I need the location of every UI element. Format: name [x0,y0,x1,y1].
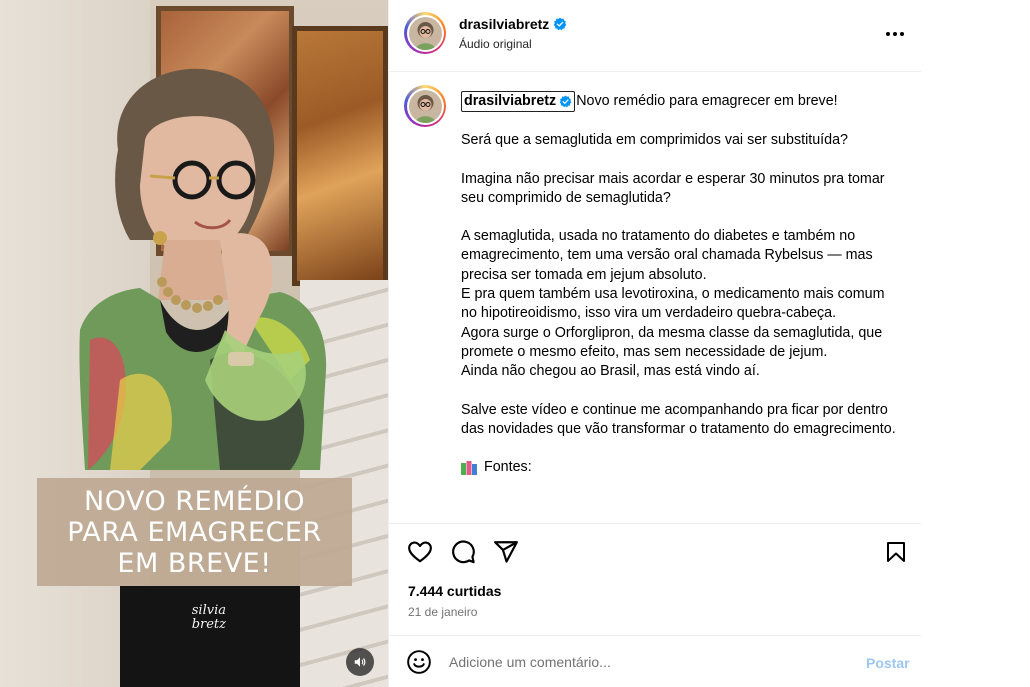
avatar[interactable] [404,85,446,127]
more-horizontal-icon [886,32,904,36]
caption-line: Imagina não precisar mais acordar e espe… [461,170,885,206]
post-author: drasilviabretz [459,16,567,32]
comment-input[interactable] [449,650,829,674]
post-media[interactable]: NOVO REMÉDIO PARA EMAGRECER EM BREVE! si… [0,0,388,687]
audio-label[interactable]: Áudio original [459,37,532,51]
emoji-button[interactable] [406,649,432,675]
post-date[interactable]: 21 de janeiro [408,605,477,619]
books-icon [461,460,477,475]
avatar[interactable] [404,12,446,54]
caption-paragraph: Salve este vídeo e continue me acompanha… [461,401,901,440]
caption-line: Ainda não chegou ao Brasil, mas está vin… [461,363,760,380]
speaker-icon [354,657,366,667]
caption-paragraph: Será que a semaglutida em comprimidos va… [461,131,901,150]
caption-section: drasilviabretz Novo remédio para emagrec… [389,73,921,523]
post-actions [389,523,921,579]
post-header: drasilviabretz Áudio original [389,0,921,72]
overlay-line: EM BREVE! [117,547,272,579]
share-icon [494,541,518,563]
caption-line: Salve este vídeo e continue me acompanha… [461,401,896,437]
sources-label: Fontes: [484,459,532,476]
username-link[interactable]: drasilviabretz [459,16,549,32]
share-button[interactable] [493,539,519,565]
save-button[interactable] [883,539,909,565]
more-options-button[interactable] [883,22,907,46]
brand-watermark: silvia bretz [191,603,226,632]
caption-headline: Novo remédio para emagrecer em breve! [576,93,838,109]
comment-icon [452,540,475,564]
overlay-line: NOVO REMÉDIO [84,485,305,517]
comment-bar: Postar [389,635,921,687]
profile-picture [408,89,442,123]
mute-button[interactable] [346,648,374,676]
comment-button[interactable] [450,539,476,565]
caption-paragraph: Imagina não precisar mais acordar e espe… [461,170,901,209]
like-button[interactable] [407,539,433,565]
verified-badge-icon [559,95,572,108]
overlay-line: PARA EMAGRECER [67,516,322,548]
bookmark-icon [887,542,905,562]
caption-username: drasilviabretz [464,93,557,109]
post-comment-button[interactable]: Postar [866,655,910,671]
caption-sources: Fontes: [461,458,901,477]
caption-line: Agora surge o Orforglipron, da mesma cla… [461,324,883,360]
caption-line: Será que a semaglutida em comprimidos va… [461,132,849,149]
video-title-overlay: NOVO REMÉDIO PARA EMAGRECER EM BREVE! [37,478,352,586]
post-panel: drasilviabretz Áudio original drasilviab… [388,0,921,687]
profile-picture [408,16,442,50]
caption-line: E pra quem também usa levotiroxina, o me… [461,286,885,322]
caption-text: drasilviabretz Novo remédio para emagrec… [461,91,901,477]
heart-icon [408,541,432,563]
caption-paragraph: A semaglutida, usada no tratamento do di… [461,227,901,381]
caption-username-link[interactable]: drasilviabretz [461,91,576,113]
verified-badge-icon [553,17,567,31]
caption-line: A semaglutida, usada no tratamento do di… [461,228,873,283]
caption-first-line: drasilviabretz Novo remédio para emagrec… [461,91,901,113]
emoji-icon [407,650,431,674]
likes-count[interactable]: 7.444 curtidas [408,583,501,599]
